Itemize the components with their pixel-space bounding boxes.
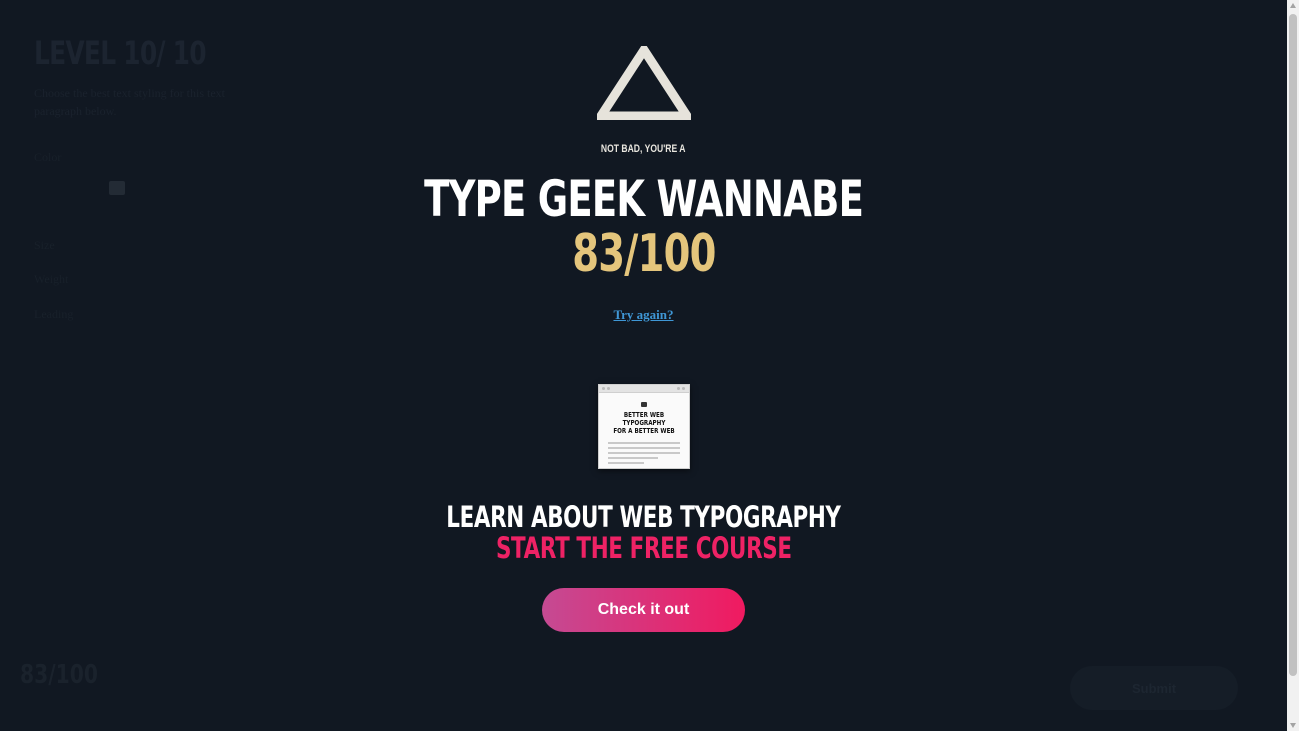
learn-heading: LEARN ABOUT WEB TYPOGRAPHY	[446, 500, 841, 534]
try-again-link[interactable]: Try again?	[613, 307, 673, 322]
scroll-up-icon[interactable]	[1290, 3, 1296, 8]
check-it-out-button[interactable]: Check it out	[542, 588, 745, 632]
thumbnail-logo-icon	[641, 402, 647, 407]
try-again-row: Try again?	[0, 307, 1287, 323]
scrollbar[interactable]	[1287, 0, 1299, 731]
result-rank: TYPE GEEK WANNABE	[423, 170, 864, 228]
thumbnail-window-chrome	[599, 385, 689, 393]
thumbnail-text-lines	[608, 442, 680, 464]
result-panel: NOT BAD, YOU'RE A TYPE GEEK WANNABE 83/1…	[0, 0, 1287, 731]
scrollbar-thumb[interactable]	[1289, 14, 1297, 676]
start-course-heading: START THE FREE COURSE	[495, 531, 792, 565]
course-thumbnail[interactable]: BETTER WEB TYPOGRAPHY FOR A BETTER WEB	[598, 384, 690, 469]
scroll-down-icon[interactable]	[1290, 723, 1296, 728]
thumbnail-title: BETTER WEB TYPOGRAPHY FOR A BETTER WEB	[613, 411, 675, 435]
result-score: 83/100	[571, 224, 716, 284]
result-kicker: NOT BAD, YOU'RE A	[601, 143, 686, 155]
triangle-icon	[597, 46, 691, 120]
